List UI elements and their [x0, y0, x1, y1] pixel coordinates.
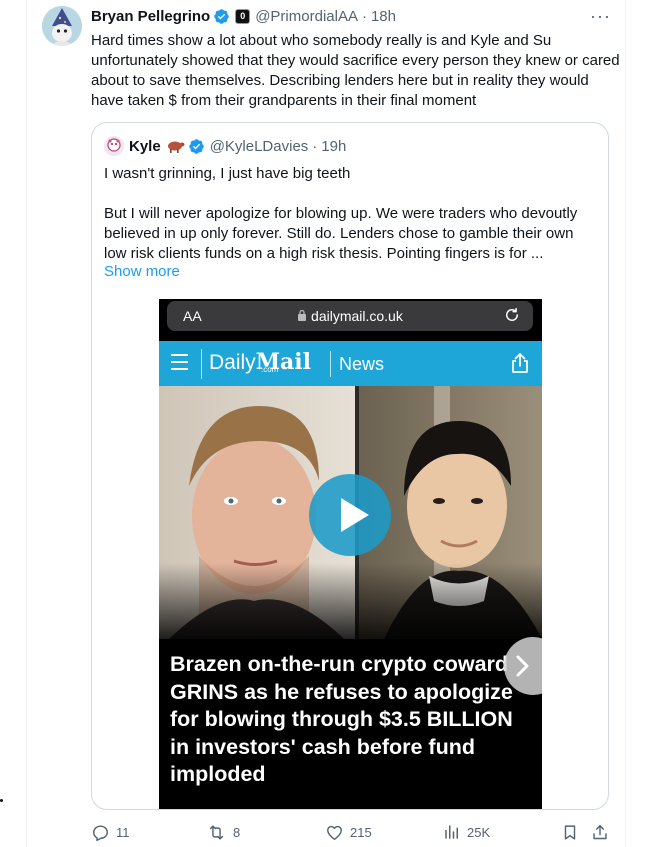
reply-button[interactable]: 11: [91, 820, 130, 844]
quoted-tweet[interactable]: Kyle @KyleLDavies · 19h I wasn't grinnin…: [91, 122, 609, 810]
quote-header: Kyle @KyleLDavies · 19h: [104, 136, 346, 156]
quote-paragraph-2: But I will never apologize for blowing u…: [104, 205, 578, 262]
news-headline: Brazen on-the-run crypto coward GRINS as…: [170, 652, 513, 786]
reply-icon: [91, 823, 116, 842]
section-label: News: [330, 351, 384, 377]
affiliate-badge-icon[interactable]: 0: [235, 8, 251, 24]
tweet-header: Bryan Pellegrino 0 @PrimordialAA · 18h: [91, 6, 611, 26]
cow-emoji-icon: [165, 139, 185, 153]
tweet-time[interactable]: 18h: [371, 8, 396, 25]
tweet-text: Hard times show a lot about who somebody…: [91, 32, 620, 109]
browser-url-bar: AA dailymail.co.uk: [167, 301, 533, 331]
tweet[interactable]: Bryan Pellegrino 0 @PrimordialAA · 18h ·…: [26, 0, 626, 847]
quote-verified-badge-icon: [188, 138, 205, 155]
scroll-marker: [0, 799, 3, 802]
quote-separator: ·: [312, 137, 318, 155]
author-avatar[interactable]: [42, 6, 82, 46]
views-count: 25K: [467, 824, 491, 840]
share-tweet-button[interactable]: [591, 820, 615, 844]
chevron-right-icon[interactable]: [504, 637, 542, 695]
quote-author-avatar: [104, 136, 124, 156]
play-icon[interactable]: [309, 474, 391, 556]
dailymail-logo: DailyMail: [201, 349, 311, 379]
like-count: 215: [350, 824, 372, 840]
repost-icon: [206, 823, 233, 842]
show-more-link[interactable]: Show more: [104, 263, 180, 280]
like-icon: [325, 823, 350, 842]
author-name[interactable]: Bryan Pellegrino: [91, 8, 210, 25]
repost-button[interactable]: 8: [206, 820, 240, 844]
separator: ·: [361, 7, 367, 25]
page-url: dailymail.co.uk: [311, 308, 403, 324]
reply-count: 11: [116, 824, 130, 840]
quote-author-handle: @KyleLDavies: [209, 137, 309, 155]
views-button[interactable]: 25K: [443, 820, 490, 844]
like-button[interactable]: 215: [325, 820, 372, 844]
quote-media[interactable]: AA dailymail.co.uk DailyMail .com News B…: [159, 299, 542, 809]
dailymail-nav-bar: DailyMail .com News: [159, 341, 542, 386]
share-tweet-icon: [591, 823, 615, 842]
lock-icon: [297, 308, 311, 324]
quote-author-name: Kyle: [129, 137, 161, 155]
share-icon: [510, 352, 530, 379]
quote-paragraph-1: I wasn't grinning, I just have big teeth: [104, 165, 351, 182]
verified-badge-icon: [213, 8, 230, 25]
menu-icon: [171, 354, 188, 375]
quote-time: 19h: [321, 137, 347, 155]
bookmark-button[interactable]: [561, 820, 585, 844]
author-handle[interactable]: @PrimordialAA: [255, 8, 358, 25]
reload-icon: [503, 306, 521, 327]
views-icon: [443, 823, 467, 841]
dailymail-logo-suffix: .com: [261, 365, 279, 374]
bookmark-icon: [561, 823, 585, 842]
tweet-actions: 11 8 215 25K: [91, 820, 611, 844]
repost-count: 8: [233, 824, 241, 840]
more-icon[interactable]: ···: [590, 6, 611, 27]
